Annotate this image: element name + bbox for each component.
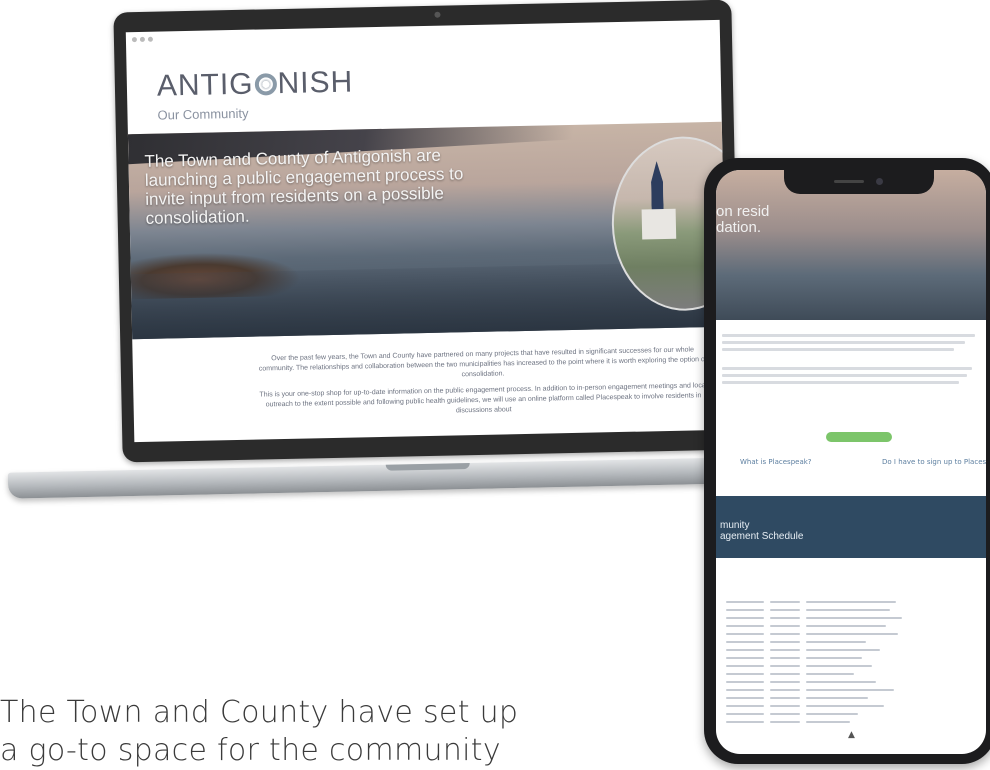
- faq-left-title: What is Placespeak?: [740, 458, 812, 466]
- schedule-band: munity agement Schedule: [716, 496, 986, 558]
- table-row: [726, 606, 976, 614]
- table-row: [726, 646, 976, 654]
- table-row: [726, 670, 976, 678]
- table-row: [726, 630, 976, 638]
- laptop-lid: ANTIG NISH Our Community The Town and Cou…: [113, 0, 741, 463]
- table-row: [726, 654, 976, 662]
- speaker-icon: [834, 180, 864, 183]
- hero-banner: The Town and County of Antigonish are la…: [127, 121, 727, 340]
- table-row: [726, 710, 976, 718]
- table-row: [726, 686, 976, 694]
- intro-paragraph-1: Over the past few years, the Town and Co…: [258, 346, 707, 379]
- table-row: [726, 702, 976, 710]
- site-brand[interactable]: ANTIG NISH: [157, 66, 354, 104]
- table-row: [726, 622, 976, 630]
- table-row: [726, 614, 976, 622]
- learn-more-button[interactable]: [826, 432, 892, 442]
- faq-right-title: Do I have to sign up to Placespeak?: [882, 458, 986, 466]
- church-building: [641, 208, 677, 240]
- brand-subtitle: Our Community: [157, 105, 249, 123]
- close-dot-icon[interactable]: [131, 37, 137, 43]
- minimize-dot-icon[interactable]: [139, 36, 145, 42]
- laptop-base: [7, 457, 739, 499]
- laptop-screen: ANTIG NISH Our Community The Town and Cou…: [125, 19, 729, 443]
- table-row: [726, 694, 976, 702]
- table-row: [726, 662, 976, 670]
- table-row: [726, 598, 976, 606]
- table-row: [726, 638, 976, 646]
- scroll-to-top-icon[interactable]: ▲: [848, 730, 855, 740]
- intro-paragraph-2: This is your one-stop shop for up-to-dat…: [259, 382, 708, 415]
- maximize-dot-icon[interactable]: [147, 36, 153, 42]
- laptop-opening-notch: [385, 462, 470, 471]
- front-camera-icon: [876, 178, 883, 185]
- intro-text: Over the past few years, the Town and Co…: [253, 345, 714, 427]
- brand-wordmark: ANTIG NISH: [156, 65, 354, 103]
- schedule-band-title: munity agement Schedule: [720, 520, 804, 542]
- table-row: [726, 678, 976, 686]
- caption-text: The Town and County have set up a go-to …: [0, 695, 519, 768]
- phone-screen: on resid dation. What is Placespeak? Do …: [716, 170, 986, 754]
- browser-bar: [126, 20, 720, 48]
- phone-device: on resid dation. What is Placespeak? Do …: [704, 158, 990, 764]
- table-row: [726, 718, 976, 726]
- phone-intro-text: [722, 330, 980, 388]
- laptop-camera: [434, 11, 441, 18]
- schedule-table: [726, 598, 976, 726]
- hero-headline: The Town and County of Antigonish are la…: [144, 145, 464, 228]
- window-controls[interactable]: [131, 36, 153, 43]
- phone-notch: [784, 170, 934, 194]
- brand-logo-ring-icon: [254, 73, 277, 96]
- phone-hero-text: on resid dation.: [716, 203, 770, 236]
